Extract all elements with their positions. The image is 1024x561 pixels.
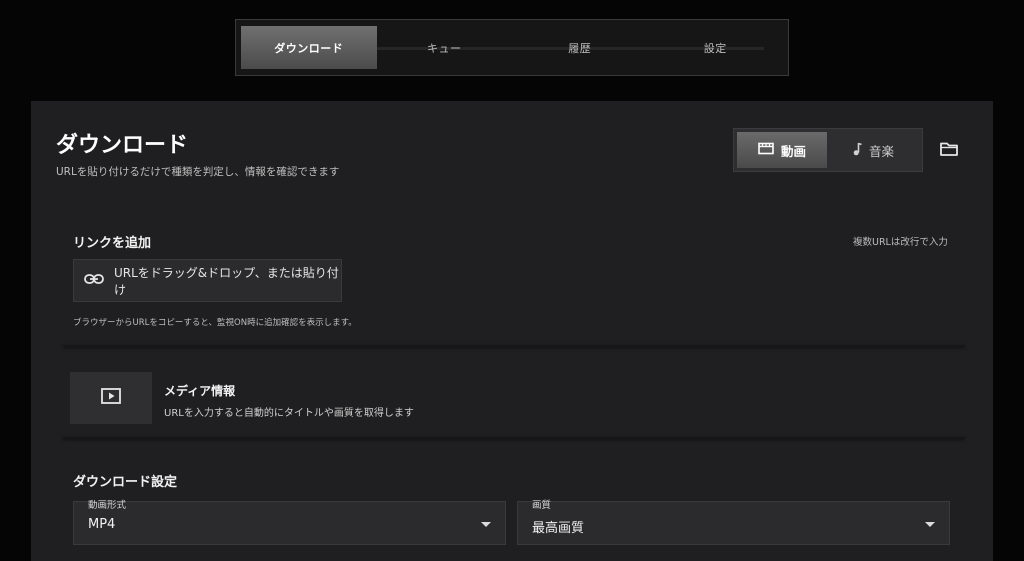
video-mode-label: 動画 <box>780 143 806 159</box>
film-icon <box>758 142 774 158</box>
link-icon <box>84 273 104 288</box>
video-format-select[interactable]: 動画形式 MP4 <box>73 500 506 545</box>
download-panel: ダウンロード URLを貼り付けるだけで種類を判定し、情報を確認できます 動画 音… <box>31 101 993 561</box>
media-mode-toggle: 動画 音楽 <box>733 128 923 172</box>
url-drop-zone[interactable]: URLをドラッグ&ドロップ、または貼り付け <box>73 259 342 302</box>
chevron-down-icon <box>481 522 491 527</box>
video-mode-button[interactable]: 動画 <box>737 132 827 168</box>
multi-url-hint: 複数URLは改行で入力 <box>853 237 948 248</box>
quality-value: 最高画質 <box>532 521 585 536</box>
page-subtitle: URLを貼り付けるだけで種類を判定し、情報を確認できます <box>56 166 340 178</box>
quality-label: 画質 <box>532 500 552 511</box>
folder-icon <box>939 141 959 161</box>
quality-select[interactable]: 画質 最高画質 <box>517 500 950 545</box>
media-thumbnail <box>70 372 152 424</box>
tab-history[interactable]: 履歴 <box>512 26 648 69</box>
media-info-title: メディア情報 <box>164 384 236 398</box>
section-divider <box>63 345 965 347</box>
url-drop-label: URLをドラッグ&ドロップ、または貼り付け <box>114 265 339 297</box>
video-format-value: MP4 <box>88 517 116 532</box>
chevron-down-icon <box>925 522 935 527</box>
add-link-title: リンクを追加 <box>73 236 152 251</box>
page-title: ダウンロード <box>56 133 189 158</box>
music-mode-label: 音楽 <box>868 143 894 159</box>
video-format-label: 動画形式 <box>88 500 127 511</box>
open-folder-button[interactable] <box>937 139 961 163</box>
download-settings-title: ダウンロード設定 <box>73 475 178 490</box>
music-mode-button[interactable]: 音楽 <box>827 132 919 168</box>
clipboard-watch-note: ブラウザーからURLをコピーすると、監視ON時に追加確認を表示します。 <box>73 318 357 328</box>
tab-queue[interactable]: キュー <box>377 26 513 69</box>
media-info-subtitle: URLを入力すると自動的にタイトルや画質を取得します <box>164 408 414 419</box>
music-note-icon <box>852 142 862 159</box>
top-navigation: ダウンロード キュー 履歴 設定 <box>235 19 789 76</box>
tab-download[interactable]: ダウンロード <box>241 26 377 69</box>
tab-settings[interactable]: 設定 <box>648 26 784 69</box>
play-icon <box>101 388 121 408</box>
section-divider <box>63 437 965 439</box>
